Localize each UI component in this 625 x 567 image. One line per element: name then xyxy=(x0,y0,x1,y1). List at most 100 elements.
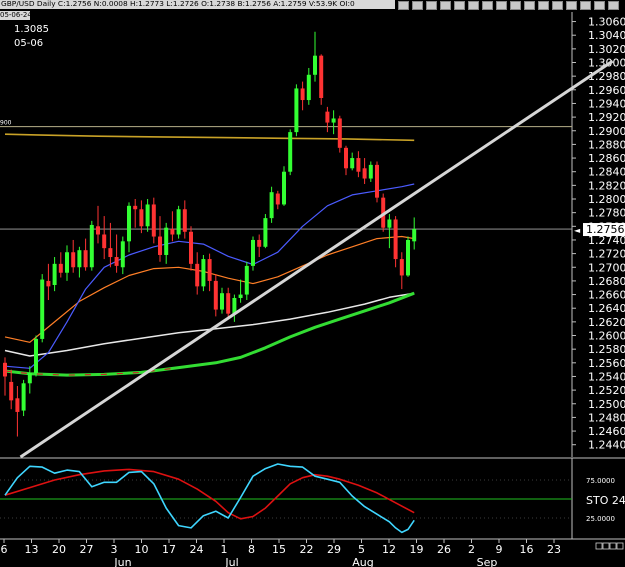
candle-body xyxy=(226,293,231,314)
y-tick-label: 1.2840 xyxy=(588,166,625,179)
candle-body xyxy=(244,265,249,295)
candle-body xyxy=(40,279,45,339)
y-tick-label: 1.2880 xyxy=(588,138,625,151)
candle-body xyxy=(58,263,63,273)
candle-body xyxy=(251,239,255,266)
candle-body xyxy=(65,252,69,273)
candle-body xyxy=(77,250,82,268)
candle-body xyxy=(176,209,181,235)
price-chart[interactable]: 1.30601.30401.30201.30001.29801.29601.29… xyxy=(0,0,625,567)
sto-level-label: 75.0000 xyxy=(586,477,615,485)
scroll-button[interactable] xyxy=(609,542,617,550)
sto-d-line xyxy=(4,468,415,520)
candle-body xyxy=(96,226,100,235)
scroll-button[interactable] xyxy=(595,542,603,550)
candle-body xyxy=(275,193,280,205)
candle-body xyxy=(356,158,361,172)
candle-body xyxy=(133,205,138,210)
candle-body xyxy=(15,398,20,412)
candle-body xyxy=(350,158,355,169)
candle-body xyxy=(207,259,212,281)
y-tick-label: 1.2800 xyxy=(588,193,625,206)
month-label: Jul xyxy=(224,556,238,567)
y-tick-label: 1.3020 xyxy=(588,43,625,56)
month-label: Sep xyxy=(477,556,498,567)
y-tick-label: 1.2560 xyxy=(588,357,625,370)
y-tick-label: 1.2900 xyxy=(588,125,625,138)
candle-body xyxy=(375,164,379,198)
x-tick-label: 23 xyxy=(547,543,561,556)
candle-body xyxy=(114,257,119,266)
candle-body xyxy=(170,229,175,235)
candle-body xyxy=(319,55,324,98)
x-tick-label: 12 xyxy=(382,543,396,556)
chart-root: GBP/USD Daily C:1.2756 N:0.0008 H:1.2773… xyxy=(0,0,625,567)
candle-body xyxy=(263,218,268,247)
x-tick-label: 26 xyxy=(437,543,451,556)
sto-k-line xyxy=(4,463,415,534)
month-label: Jun xyxy=(113,556,131,567)
x-tick-label: 17 xyxy=(162,543,176,556)
candle-body xyxy=(325,111,330,123)
candle-body xyxy=(313,55,317,75)
candle-body xyxy=(108,248,113,258)
x-tick-label: 15 xyxy=(272,543,286,556)
moving-average-green xyxy=(4,291,415,377)
x-tick-label: 2 xyxy=(468,543,475,556)
x-tick-label: 3 xyxy=(111,543,118,556)
candle-body xyxy=(3,362,7,377)
candle-body xyxy=(288,132,293,172)
candle-body xyxy=(195,263,200,287)
y-tick-label: 1.2460 xyxy=(588,425,625,438)
candle-body xyxy=(399,259,404,276)
sto-level-label: 25.0000 xyxy=(586,515,615,523)
candle-body xyxy=(337,118,342,148)
y-tick-label: 1.2960 xyxy=(588,84,625,97)
candle-body xyxy=(189,231,193,264)
candle-body xyxy=(406,239,410,276)
candle-body xyxy=(145,204,150,227)
y-tick-label: 1.3040 xyxy=(588,29,625,42)
y-tick-label: 1.2480 xyxy=(588,411,625,424)
candle-body xyxy=(306,74,311,101)
x-tick-label: 22 xyxy=(300,543,314,556)
y-tick-label: 1.2660 xyxy=(588,289,625,302)
x-tick-label: 13 xyxy=(25,543,39,556)
trendline xyxy=(19,59,614,459)
x-tick-label: 8 xyxy=(248,543,255,556)
candle-body xyxy=(213,280,218,310)
candle-body xyxy=(46,280,51,287)
scroll-button[interactable] xyxy=(616,542,624,550)
x-tick-label: 19 xyxy=(410,543,424,556)
candle-body xyxy=(368,164,373,179)
x-tick-label: 27 xyxy=(80,543,94,556)
y-tick-label: 1.3000 xyxy=(588,57,625,70)
candle-body xyxy=(344,147,348,169)
candle-body xyxy=(21,383,26,411)
y-tick-label: 1.2860 xyxy=(588,152,625,165)
x-tick-label: 10 xyxy=(135,543,149,556)
candle-body xyxy=(139,209,144,227)
candle-body xyxy=(331,118,336,123)
y-tick-label: 1.2440 xyxy=(588,439,625,452)
candle-body xyxy=(34,338,38,374)
candle-body xyxy=(294,88,299,133)
y-tick-label: 1.2720 xyxy=(588,248,625,261)
y-tick-label: 1.2540 xyxy=(588,370,625,383)
candle-body xyxy=(387,219,392,228)
y-tick-label: 1.2940 xyxy=(588,97,625,110)
candle-body xyxy=(300,88,305,101)
candle-body xyxy=(164,227,169,255)
candle-body xyxy=(127,205,131,242)
scroll-button[interactable] xyxy=(602,542,610,550)
candle-body xyxy=(393,219,398,260)
y-tick-label: 1.2920 xyxy=(588,111,625,124)
candle-body xyxy=(89,224,94,268)
x-tick-label: 29 xyxy=(327,543,341,556)
candle-body xyxy=(102,234,107,249)
last-price-label: 1.2756 xyxy=(586,223,625,236)
x-tick-label: 20 xyxy=(52,543,66,556)
y-tick-label: 1.2600 xyxy=(588,330,625,343)
y-tick-label: 1.2620 xyxy=(588,316,625,329)
candle-body xyxy=(9,381,14,401)
